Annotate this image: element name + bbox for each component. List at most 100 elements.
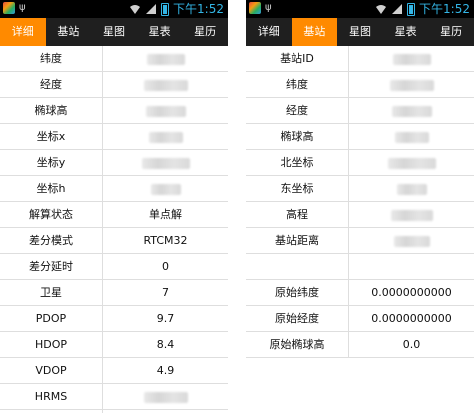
table-row: 椭球高 [246,124,474,150]
blurred-value [394,131,429,143]
wifi-icon [376,5,387,14]
usb-icon: ψ [265,2,272,13]
table-row: 解算状态 单点解 [0,202,228,228]
detail-screen: ψ 下午1:52 详细 基站 星图 星表 星历 纬度 经度 椭球高 坐标x 坐标y 坐标h 解算状态… [0,0,228,413]
table-row: HDOP 8.4 [0,332,228,358]
row-label: 差分模式 [29,234,73,247]
signal-icon [392,4,403,14]
tab-base-station[interactable]: 基站 [46,18,92,46]
table-row: 基站ID [246,46,474,72]
row-label: 原始纬度 [275,286,319,299]
row-label: 坐标y [36,156,66,169]
table-row: PDOP 9.7 [0,306,228,332]
blurred-value [392,53,431,65]
tab-detail[interactable]: 详细 [0,18,46,46]
blurred-value [145,105,186,117]
row-label: 纬度 [286,78,308,91]
table-row: 坐标y [0,150,228,176]
table-row: 纬度 [246,72,474,98]
base-station-list: 基站ID 纬度 经度 椭球高 北坐标 东坐标 高程 基站距离 原始纬度 0.0000000000 原… [246,46,474,358]
row-label: 基站距离 [275,234,319,247]
redacted-value [349,72,474,98]
wifi-icon [130,5,141,14]
blurred-value [150,183,181,195]
battery-icon [407,2,416,16]
row-label: 东坐标 [280,182,314,195]
redacted-value [103,98,228,124]
tab-ephemeris[interactable]: 星历 [182,18,228,46]
row-value: 9.7 [156,312,175,325]
blurred-value [387,157,436,169]
redacted-value [103,46,228,72]
redacted-value [103,384,228,410]
table-row: 坐标x [0,124,228,150]
row-label: 经度 [40,78,62,91]
table-row: 卫星 7 [0,280,228,306]
table-row: 差分模式 RTCM32 [0,228,228,254]
row-label: 经度 [286,104,308,117]
table-row: 基站距离 [246,228,474,254]
redacted-value [103,72,228,98]
table-row: 坐标h [0,176,228,202]
row-label: 坐标x [36,130,66,143]
row-label: 椭球高 [34,104,68,117]
blurred-value [390,209,433,221]
tab-base-station[interactable]: 基站 [291,18,338,46]
table-row: 北坐标 [246,150,474,176]
row-label: 卫星 [40,286,62,299]
table-row: VDOP 4.9 [0,358,228,384]
row-label: HRMS [34,390,68,403]
redacted-value [349,124,474,150]
row-label: 基站ID [280,52,314,65]
status-time: 下午1:52 [173,2,224,16]
table-row: 差分延时 0 [0,254,228,280]
table-row [246,254,474,280]
row-label: HDOP [34,338,68,351]
row-value: 7 [162,286,169,299]
tab-satellite-table[interactable]: 星表 [383,18,429,46]
row-value: 4.9 [156,364,175,377]
table-row: 经度 [0,72,228,98]
table-row: 原始经度 0.0000000000 [246,306,474,332]
redacted-value [349,202,474,228]
blurred-value [143,391,188,403]
table-row: 东坐标 [246,176,474,202]
tab-ephemeris[interactable]: 星历 [428,18,474,46]
redacted-value [103,124,228,150]
row-value: 0.0 [402,338,421,351]
redacted-value [349,176,474,202]
redacted-value [103,150,228,176]
table-row: 原始纬度 0.0000000000 [246,280,474,306]
blurred-value [141,157,190,169]
usb-icon: ψ [19,2,26,13]
blurred-value [391,105,432,117]
row-value: RTCM32 [143,234,188,247]
screen-gap [228,0,246,413]
base-station-screen: ψ 下午1:52 详细 基站 星图 星表 星历 基站ID 纬度 经度 椭球高 北坐标 东坐标 高程基… [246,0,474,413]
row-value: 0 [162,260,169,273]
blurred-value [393,235,430,247]
table-row: 经度 [246,98,474,124]
blurred-value [148,131,183,143]
row-value: 0.0000000000 [371,312,452,325]
row-label: 解算状态 [29,208,73,221]
tab-sky-plot[interactable]: 星图 [337,18,383,46]
blurred-value [389,79,434,91]
status-bar: ψ 下午1:52 [0,0,228,18]
row-label: 北坐标 [280,156,314,169]
tab-bar: 详细 基站 星图 星表 星历 [246,18,474,46]
redacted-value [103,176,228,202]
table-row: 原始椭球高 0.0 [246,332,474,358]
row-label: 差分延时 [29,260,73,273]
signal-icon [146,4,157,14]
table-row: 椭球高 [0,98,228,124]
tab-detail[interactable]: 详细 [246,18,292,46]
row-label: PDOP [35,312,67,325]
battery-icon [161,2,170,16]
table-row: 纬度 [0,46,228,72]
redacted-value [349,46,474,72]
row-label [246,254,348,280]
tab-sky-plot[interactable]: 星图 [91,18,137,46]
tab-satellite-table[interactable]: 星表 [137,18,183,46]
row-value [349,254,474,280]
